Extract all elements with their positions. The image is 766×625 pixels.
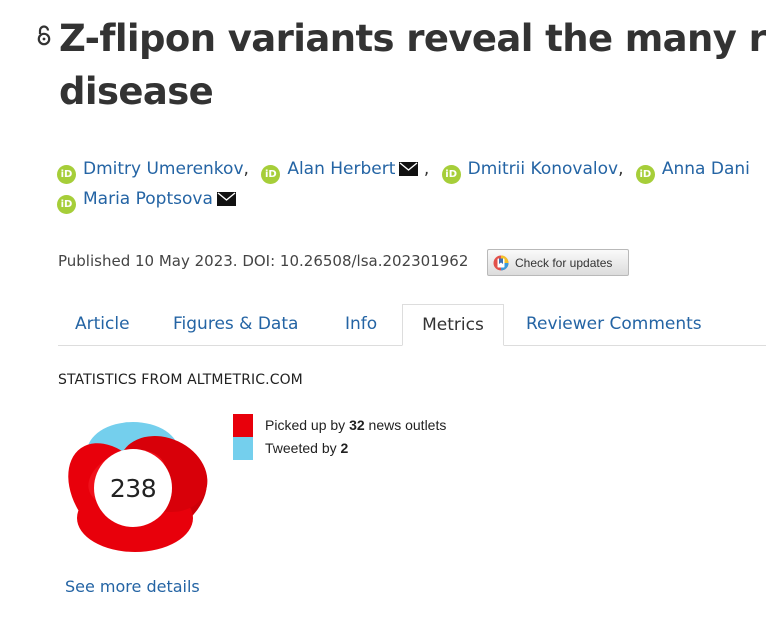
altmetric-score: 238	[109, 474, 157, 503]
tab-reviewer-comments[interactable]: Reviewer Comments	[526, 304, 702, 345]
crossmark-icon	[493, 255, 509, 270]
tweet-count: 2	[340, 440, 349, 456]
email-envelope-icon[interactable]	[399, 162, 419, 176]
twitter-swatch	[233, 437, 253, 460]
news-swatch	[233, 414, 253, 437]
altmetric-legend: Picked up by 32 news outlets Tweeted by …	[233, 414, 446, 460]
author-line-1: iD Dmitry Umerenkov, iD Alan Herbert , iD D…	[57, 154, 766, 184]
open-access-lock-icon	[37, 25, 51, 46]
legend-news-suffix: news outlets	[364, 417, 447, 433]
orcid-icon[interactable]: iD	[57, 195, 76, 214]
author-link-umerenkov[interactable]: Dmitry Umerenkov	[83, 159, 244, 179]
legend-news-prefix: Picked up by	[265, 417, 350, 433]
author-link-poptsova[interactable]: Maria Poptsova	[83, 189, 213, 209]
check-for-updates-label: Check for updates	[515, 255, 613, 270]
article-title: Z-flipon variants reveal the many roles …	[59, 12, 766, 118]
publication-info: Published 10 May 2023. DOI: 10.26508/lsa…	[58, 252, 469, 270]
orcid-icon[interactable]: iD	[635, 165, 655, 184]
author-link-herbert[interactable]: Alan Herbert	[287, 159, 395, 179]
author-line-2: iD Maria Poptsova	[57, 184, 766, 214]
legend-twitter-prefix: Tweeted by	[265, 440, 341, 456]
tab-figures-data[interactable]: Figures & Data	[173, 304, 298, 345]
legend-item-news: Picked up by 32 news outlets	[233, 414, 446, 437]
orcid-icon[interactable]: iD	[57, 165, 76, 184]
legend-item-twitter: Tweeted by 2	[233, 437, 446, 460]
orcid-icon[interactable]: iD	[441, 165, 461, 184]
tab-article[interactable]: Article	[75, 304, 130, 345]
article-tabs: Article Figures & Data Info Metrics Revi…	[58, 304, 766, 346]
tab-metrics[interactable]: Metrics	[402, 304, 504, 346]
orcid-icon[interactable]: iD	[261, 165, 281, 184]
statistics-heading: STATISTICS FROM ALTMETRIC.COM	[58, 372, 303, 388]
tab-info[interactable]: Info	[345, 304, 377, 345]
news-count: 32	[349, 417, 365, 433]
author-link-dani[interactable]: Anna Dani	[662, 159, 750, 179]
author-list: iD Dmitry Umerenkov, iD Alan Herbert , iD D…	[57, 154, 766, 214]
article-page: Z-flipon variants reveal the many roles …	[0, 0, 766, 625]
article-title-line-2: disease	[59, 70, 214, 113]
article-title-line-1: Z-flipon variants reveal the many roles	[59, 17, 766, 60]
author-link-konovalov[interactable]: Dmitrii Konovalov	[468, 159, 618, 179]
check-for-updates-button[interactable]: Check for updates	[487, 249, 629, 276]
see-more-details-link[interactable]: See more details	[65, 577, 200, 596]
email-envelope-icon[interactable]	[216, 192, 236, 206]
